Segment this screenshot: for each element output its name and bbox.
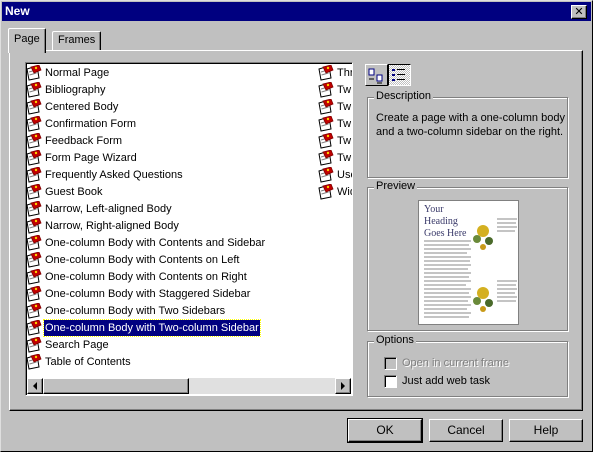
template-list-item-label: Search Page bbox=[45, 339, 109, 351]
help-button[interactable]: Help bbox=[509, 419, 583, 442]
page-template-icon bbox=[318, 183, 334, 200]
page-template-icon bbox=[318, 149, 334, 166]
template-list-item-label: Tw bbox=[337, 101, 352, 113]
preview-group: Preview Your Heading Goes Here bbox=[367, 180, 568, 331]
description-label: Description bbox=[374, 90, 434, 102]
template-list-item-label: Narrow, Right-aligned Body bbox=[45, 220, 179, 232]
page-template-icon bbox=[26, 353, 42, 370]
page-template-icon bbox=[26, 268, 42, 285]
close-icon: ✕ bbox=[574, 5, 584, 18]
page-template-icon bbox=[26, 81, 42, 98]
template-list-item-label: Form Page Wizard bbox=[45, 152, 137, 164]
page-template-icon bbox=[26, 132, 42, 149]
template-list-item-label: Thr bbox=[337, 67, 353, 79]
template-list-item-label: One-column Body with Contents on Left bbox=[45, 254, 240, 266]
template-list-item-label: Tw bbox=[337, 135, 352, 147]
page-template-icon bbox=[26, 251, 42, 268]
template-list-item-label: Centered Body bbox=[45, 101, 119, 113]
close-button[interactable]: ✕ bbox=[571, 5, 587, 19]
template-list-item-label: Wid bbox=[337, 186, 352, 198]
cancel-button[interactable]: Cancel bbox=[429, 419, 503, 442]
window-title: New bbox=[5, 4, 30, 18]
preview-layout-graphic bbox=[424, 218, 517, 318]
template-list-item-label: Tw bbox=[337, 152, 352, 164]
tab-page-label: Page bbox=[14, 33, 40, 45]
page-template-icon bbox=[26, 217, 42, 234]
template-list-item-label: One-column Body with Staggered Sidebar bbox=[45, 288, 251, 300]
scroll-left-arrow-icon bbox=[33, 382, 37, 390]
details-view-button[interactable] bbox=[388, 64, 411, 86]
large-icons-view-button[interactable] bbox=[365, 64, 388, 86]
template-list-item-label: One-column Body with Two-column Sidebar bbox=[43, 319, 261, 337]
template-list-item-label: Feedback Form bbox=[45, 135, 123, 147]
title-bar: New ✕ bbox=[2, 2, 591, 21]
template-list-item-label: Guest Book bbox=[45, 186, 103, 198]
template-list-item-label: Normal Page bbox=[45, 67, 110, 79]
page-template-icon bbox=[26, 64, 42, 81]
template-list-item-label: One-column Body with Contents and Sideba… bbox=[45, 237, 266, 249]
template-list-item-label: Table of Contents bbox=[45, 356, 131, 368]
just-add-web-task-label: Just add web task bbox=[402, 375, 491, 387]
ok-button[interactable]: OK bbox=[347, 418, 423, 443]
page-template-icon bbox=[26, 149, 42, 166]
page-template-icon bbox=[26, 302, 42, 319]
page-template-icon bbox=[26, 336, 42, 353]
options-label: Options bbox=[374, 334, 416, 346]
page-template-icon bbox=[26, 98, 42, 115]
template-list-item-label: Confirmation Form bbox=[45, 118, 137, 130]
page-template-icon bbox=[318, 166, 334, 183]
tab-frames-label: Frames bbox=[58, 34, 96, 46]
scrollbar-thumb[interactable] bbox=[43, 378, 189, 394]
template-list-item-label: Tw bbox=[337, 84, 352, 96]
open-in-current-frame-checkbox[interactable] bbox=[384, 357, 397, 370]
scroll-right-arrow-icon bbox=[341, 382, 345, 390]
page-template-icon bbox=[318, 132, 334, 149]
details-list-view-icon bbox=[392, 69, 405, 81]
page-template-icon bbox=[26, 234, 42, 251]
page-template-icon bbox=[26, 285, 42, 302]
open-in-current-frame-label: Open in current frame bbox=[402, 357, 509, 369]
scroll-right-button[interactable] bbox=[335, 378, 351, 394]
page-template-icon bbox=[26, 183, 42, 200]
preview-label: Preview bbox=[374, 180, 418, 192]
template-list-item-label: Narrow, Left-aligned Body bbox=[45, 203, 172, 215]
page-template-icon bbox=[318, 81, 334, 98]
page-template-icon bbox=[26, 319, 42, 336]
scroll-left-button[interactable] bbox=[27, 378, 43, 394]
template-list-item-label: Frequently Asked Questions bbox=[45, 169, 183, 181]
template-list-item-label: Use bbox=[337, 169, 352, 181]
just-add-web-task-checkbox[interactable] bbox=[384, 375, 397, 388]
template-list-item-label: One-column Body with Two Sidebars bbox=[45, 305, 226, 317]
template-list[interactable]: Normal Page Bibliography Centered Body Conf… bbox=[25, 62, 353, 396]
options-group: Options bbox=[367, 334, 568, 397]
template-preview-image: Your Heading Goes Here bbox=[418, 200, 519, 325]
tab-frames[interactable]: Frames bbox=[52, 31, 102, 50]
large-icons-view-icon bbox=[368, 68, 383, 84]
page-template-icon bbox=[318, 98, 334, 115]
template-list-item-label: Bibliography bbox=[45, 84, 106, 96]
description-group: Description Create a page with a one-col… bbox=[367, 90, 568, 178]
template-list-item-label: Tw bbox=[337, 118, 352, 130]
horizontal-scrollbar[interactable] bbox=[27, 378, 351, 394]
template-list-item-label: One-column Body with Contents on Right bbox=[45, 271, 247, 283]
page-template-icon bbox=[26, 200, 42, 217]
tab-page[interactable]: Page bbox=[8, 28, 46, 53]
page-template-icon bbox=[318, 64, 334, 81]
description-text: Create a page with a one-column body and… bbox=[376, 112, 565, 138]
page-template-icon bbox=[26, 166, 42, 183]
page-template-icon bbox=[26, 115, 42, 132]
page-template-icon bbox=[318, 115, 334, 132]
